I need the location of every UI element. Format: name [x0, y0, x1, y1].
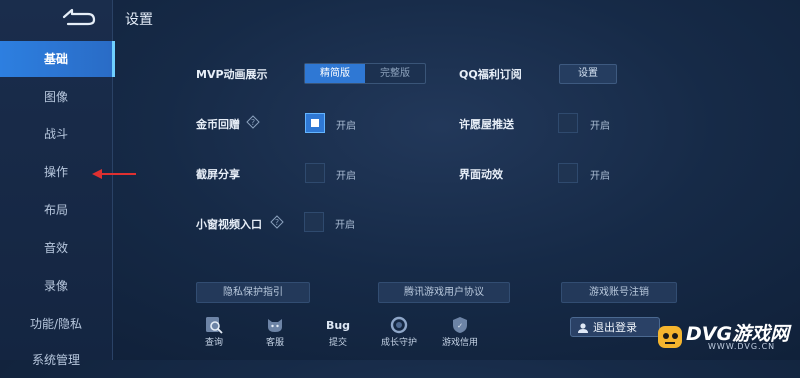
svg-text:?: ?: [251, 118, 255, 127]
bug-submit-button[interactable]: Bug 提交: [316, 316, 360, 348]
help-icon[interactable]: ?: [270, 215, 284, 229]
sidebar-item-layout[interactable]: 布局: [0, 192, 112, 228]
back-icon[interactable]: [58, 6, 98, 28]
ui-animation-label: 界面动效: [459, 168, 503, 181]
ui-animation-state: 开启: [590, 171, 610, 182]
qq-subscription-label: QQ福利订阅: [459, 68, 522, 81]
sidebar-item-privacy[interactable]: 功能/隐私: [0, 306, 112, 342]
coin-rebate-state: 开启: [336, 121, 356, 132]
query-icon: [206, 317, 223, 334]
svg-text:Bug: Bug: [326, 319, 350, 332]
screenshot-share-checkbox[interactable]: [305, 163, 325, 183]
mini-window-checkbox[interactable]: [304, 212, 324, 232]
watermark: DVG游戏网 WWW.DVG.CN: [650, 318, 800, 360]
logout-button[interactable]: 退出登录: [570, 317, 660, 337]
sidebar-item-replay[interactable]: 录像: [0, 268, 112, 304]
mvp-animation-segmented: 精简版 完整版: [304, 63, 426, 84]
mini-window-label: 小窗视频入口: [196, 218, 262, 231]
game-credit-icon: ✓: [453, 317, 467, 333]
account-cancel-button[interactable]: 游戏账号注销: [561, 282, 677, 303]
sidebar-item-battle[interactable]: 战斗: [0, 116, 112, 152]
watermark-url: WWW.DVG.CN: [708, 342, 776, 351]
red-arrow-annotation: [92, 169, 136, 179]
user-icon: [578, 323, 588, 333]
wish-push-label: 许愿屋推送: [459, 118, 514, 131]
sidebar-item-basic[interactable]: 基础: [0, 41, 115, 77]
bug-submit-label: 提交: [328, 338, 347, 348]
wish-push-checkbox[interactable]: [558, 113, 578, 133]
game-credit-label: 游戏信用: [441, 338, 478, 348]
sidebar-item-sound[interactable]: 音效: [0, 230, 112, 266]
mvp-option-full[interactable]: 完整版: [365, 64, 425, 83]
sidebar: 基础 图像 战斗 操作 布局 音效 录像 功能/隐私 系统管理: [0, 0, 115, 367]
growth-guard-label: 成长守护: [380, 338, 417, 348]
watermark-logo-icon: [658, 326, 682, 348]
customer-service-icon: [268, 319, 282, 332]
sidebar-item-system[interactable]: 系统管理: [0, 342, 112, 378]
svg-text:?: ?: [275, 218, 279, 227]
query-button[interactable]: 查询: [192, 316, 236, 348]
customer-service-button[interactable]: 客服: [253, 316, 297, 348]
svg-text:✓: ✓: [457, 322, 463, 330]
sidebar-item-image[interactable]: 图像: [0, 79, 112, 115]
screenshot-share-label: 截屏分享: [196, 168, 240, 181]
wish-push-state: 开启: [590, 121, 610, 132]
bug-icon: Bug: [326, 319, 350, 332]
privacy-guide-button[interactable]: 隐私保护指引: [196, 282, 310, 303]
mvp-option-simple[interactable]: 精简版: [305, 64, 365, 83]
user-agreement-button[interactable]: 腾讯游戏用户协议: [378, 282, 510, 303]
growth-guard-icon: [390, 316, 408, 334]
ui-animation-checkbox[interactable]: [558, 163, 578, 183]
qq-settings-button[interactable]: 设置: [559, 64, 617, 84]
customer-service-label: 客服: [265, 338, 284, 348]
coin-rebate-label: 金币回赠: [196, 118, 240, 131]
mini-window-state: 开启: [335, 220, 355, 231]
coin-rebate-checkbox[interactable]: [305, 113, 325, 133]
query-label: 查询: [204, 338, 223, 348]
screenshot-share-state: 开启: [336, 171, 356, 182]
game-credit-button[interactable]: ✓ 游戏信用: [438, 316, 482, 348]
mvp-animation-label: MVP动画展示: [196, 68, 268, 81]
help-icon[interactable]: ?: [246, 115, 260, 129]
growth-guard-button[interactable]: 成长守护: [377, 316, 421, 348]
page-title: 设置: [125, 12, 153, 28]
logout-label: 退出登录: [593, 321, 637, 334]
